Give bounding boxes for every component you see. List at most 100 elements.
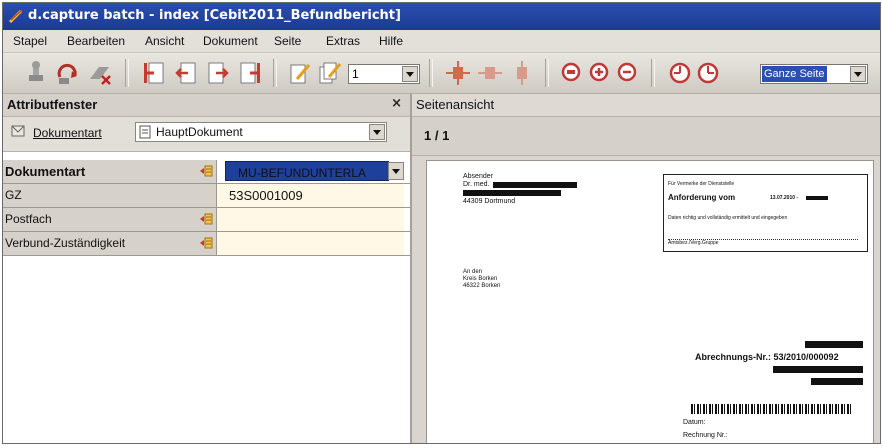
doc-rechnung-label: Rechnung Nr.: xyxy=(683,432,728,439)
menu-hilfe[interactable]: Hilfe xyxy=(379,34,403,48)
redaction xyxy=(806,196,828,200)
page-select[interactable]: 1 xyxy=(348,64,420,84)
doc-recipient-line: Kreis Borken xyxy=(463,276,498,282)
attribute-value-cell[interactable]: 53S0001009 xyxy=(217,184,404,207)
attribute-value: MU-BEFUNDUNTERLA xyxy=(238,166,367,180)
rotate-left-icon[interactable] xyxy=(667,59,693,87)
attribute-panel: Attributfenster × Dokumentart HauptDokum… xyxy=(3,94,412,443)
attribute-value: 53S0001009 xyxy=(229,188,303,203)
chevron-down-icon[interactable] xyxy=(850,66,866,82)
doc-type-row: Dokumentart HauptDokument xyxy=(3,117,410,152)
zoom-select[interactable]: Ganze Seite xyxy=(760,64,868,84)
toolbar-separator xyxy=(545,59,549,87)
attribute-value-cell[interactable]: MU-BEFUNDUNTERLA xyxy=(217,160,404,183)
toolbar-separator xyxy=(273,59,277,87)
chevron-down-icon[interactable] xyxy=(388,162,404,180)
box-line: Amtsbez./Verg.Gruppe xyxy=(668,240,719,246)
redaction xyxy=(811,378,863,385)
attribute-label-cell: GZ xyxy=(3,184,217,207)
first-page-icon[interactable] xyxy=(141,59,167,87)
attribute-value-cell[interactable] xyxy=(217,232,404,255)
rotate-right-icon[interactable] xyxy=(695,59,721,87)
doc-datum-label: Datum: xyxy=(683,419,706,426)
doc-type-select[interactable]: HauptDokument xyxy=(135,122,387,142)
application-window: d.capture batch - index [Cebit2011_Befun… xyxy=(2,2,881,444)
page-view-title: Seitenansicht xyxy=(416,97,495,112)
attribute-label: Verbund-Zuständigkeit xyxy=(5,236,126,250)
doc-type-value: HauptDokument xyxy=(156,125,243,139)
doc-recipient-line: An den xyxy=(463,269,483,275)
move-right-icon[interactable] xyxy=(477,59,503,87)
attribute-row: GZ 53S0001009 xyxy=(3,184,410,208)
attribute-row: Dokumentart MU-BEFUNDUNTERLA xyxy=(3,160,410,184)
menu-bearbeiten[interactable]: Bearbeiten xyxy=(67,34,125,48)
doc-sender-label: Absender xyxy=(463,173,493,180)
chevron-down-icon[interactable] xyxy=(369,124,385,140)
list-icon[interactable] xyxy=(199,236,213,250)
attribute-label: GZ xyxy=(5,188,22,202)
move-down-icon[interactable] xyxy=(509,59,535,87)
attribute-row: Verbund-Zuständigkeit xyxy=(3,232,410,256)
title-bar: d.capture batch - index [Cebit2011_Befun… xyxy=(3,3,880,30)
attribute-label-cell: Verbund-Zuständigkeit xyxy=(3,232,217,255)
page-indicator: 1 / 1 xyxy=(424,128,450,143)
box-line: Anforderung vom xyxy=(668,193,736,202)
doc-sender-name: Dr. med. xyxy=(463,181,490,188)
envelope-icon xyxy=(11,125,25,137)
invoice-number: Abrechnungs-Nr.: 53/2010/000092 xyxy=(695,352,839,362)
edit-all-icon[interactable] xyxy=(317,59,343,87)
attribute-label: Dokumentart xyxy=(5,164,86,179)
prev-page-icon[interactable] xyxy=(173,59,199,87)
menu-ansicht[interactable]: Ansicht xyxy=(145,34,184,48)
menu-dokument[interactable]: Dokument xyxy=(203,34,258,48)
attribute-row: Postfach xyxy=(3,208,410,232)
page-select-value: 1 xyxy=(352,67,359,81)
edit-icon[interactable] xyxy=(287,59,313,87)
move-icon[interactable] xyxy=(445,59,471,87)
attribute-value-cell[interactable] xyxy=(217,208,404,231)
refresh-icon[interactable] xyxy=(55,59,81,87)
menu-extras[interactable]: Extras xyxy=(326,34,360,48)
stamp-icon[interactable] xyxy=(23,59,49,87)
zoom-fit-icon[interactable] xyxy=(559,59,585,87)
redaction xyxy=(493,182,577,188)
redaction xyxy=(773,366,863,373)
zoom-out-icon[interactable] xyxy=(615,59,641,87)
attribute-panel-title: Attributfenster xyxy=(7,97,98,112)
last-page-icon[interactable] xyxy=(237,59,263,87)
barcode xyxy=(691,404,851,414)
attribute-panel-header: Attributfenster × xyxy=(3,94,410,117)
page-indicator-bar: 1 / 1 xyxy=(412,117,880,156)
next-page-icon[interactable] xyxy=(205,59,231,87)
doc-type-link[interactable]: Dokumentart xyxy=(33,126,102,140)
toolbar-separator xyxy=(651,59,655,87)
page-view-header: Seitenansicht xyxy=(412,94,880,117)
box-line: Daten richtig und vollständig ermittelt … xyxy=(668,215,788,221)
app-icon xyxy=(8,9,23,24)
document-icon xyxy=(139,125,151,139)
page-view-panel: Seitenansicht 1 / 1 Absender Dr. med. 44… xyxy=(412,94,880,443)
doc-sender-city: 44309 Dortmund xyxy=(463,198,516,205)
toolbar-separator xyxy=(429,59,433,87)
doc-type-dropdown[interactable]: MU-BEFUNDUNTERLA xyxy=(225,161,404,181)
delete-icon[interactable] xyxy=(87,59,113,87)
zoom-select-value: Ganze Seite xyxy=(762,66,827,82)
chevron-down-icon[interactable] xyxy=(402,66,418,82)
menu-bar: Stapel Bearbeiten Ansicht Dokument Seite… xyxy=(3,30,880,53)
menu-stapel[interactable]: Stapel xyxy=(13,34,47,48)
list-icon[interactable] xyxy=(199,164,213,178)
attribute-label: Postfach xyxy=(5,212,52,226)
attribute-label-cell: Dokumentart xyxy=(3,160,217,183)
close-icon[interactable]: × xyxy=(391,96,402,111)
redaction xyxy=(805,341,863,348)
toolbar: 1 Ganze Seite xyxy=(3,53,880,94)
document-page[interactable]: Absender Dr. med. 44309 Dortmund An den … xyxy=(426,160,874,443)
box-date: 13.07.2010 - xyxy=(770,195,799,201)
zoom-in-icon[interactable] xyxy=(587,59,613,87)
menu-seite[interactable]: Seite xyxy=(274,34,301,48)
window-title: d.capture batch - index [Cebit2011_Befun… xyxy=(28,8,401,23)
attribute-label-cell: Postfach xyxy=(3,208,217,231)
list-icon[interactable] xyxy=(199,212,213,226)
box-line: Für Vermerke der Dienststelle xyxy=(668,181,735,187)
office-notes-box: Für Vermerke der Dienststelle Anforderun… xyxy=(663,174,868,252)
